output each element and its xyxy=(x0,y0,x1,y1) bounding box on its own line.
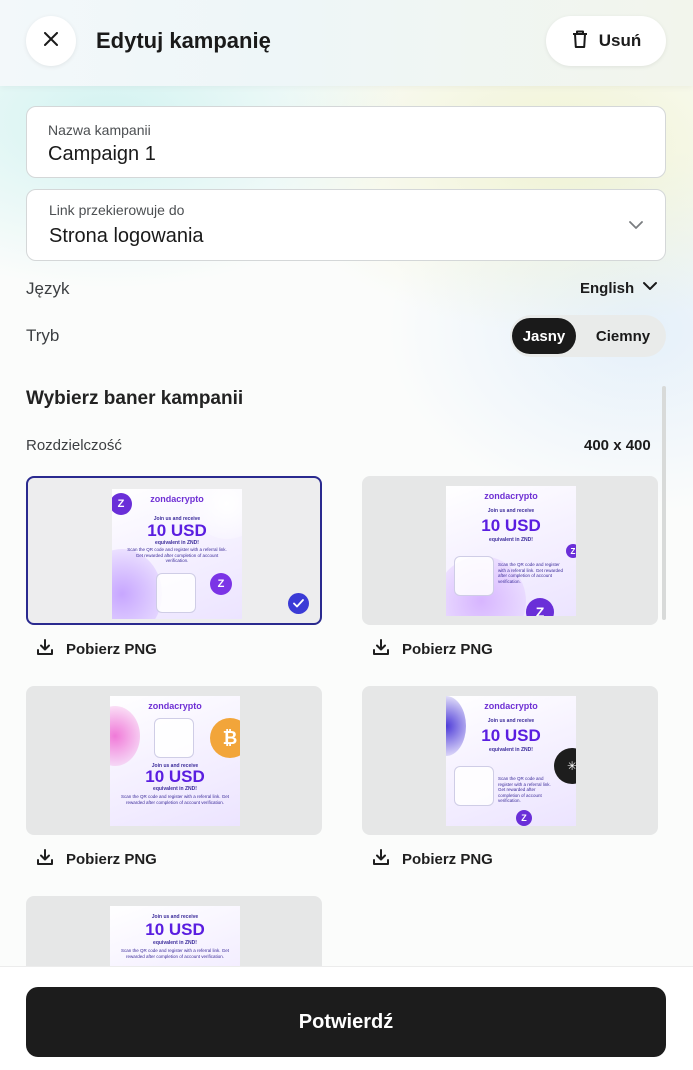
download-icon xyxy=(372,638,390,660)
mode-light-option[interactable]: Jasny xyxy=(512,318,576,354)
banner-amount-text: 10 USD xyxy=(147,521,207,540)
download-icon xyxy=(36,638,54,660)
qr-code-icon xyxy=(454,766,494,806)
banner-thumbnail: zondacrypto ₿ Join us and receive 10 USD… xyxy=(110,696,240,826)
chevron-down-icon xyxy=(627,216,645,239)
qr-code-icon xyxy=(154,718,194,758)
banner-card-5[interactable]: Join us and receive 10 USD equivalent in… xyxy=(26,896,322,970)
banner-amount-text: 10 USD xyxy=(481,516,541,535)
coin-icon: Z xyxy=(210,573,232,595)
download-label: Pobierz PNG xyxy=(402,850,493,868)
banner-join-text: Join us and receive xyxy=(487,718,535,724)
header-bar: Edytuj kampanię Usuń xyxy=(0,0,693,86)
banner-logo-text: zondacrypto xyxy=(484,491,538,501)
delete-button[interactable]: Usuń xyxy=(546,16,666,66)
banner-equiv-text: equivalent in ZND! xyxy=(155,540,199,546)
download-png-button-4[interactable]: Pobierz PNG xyxy=(372,848,493,870)
coin-icon: Z xyxy=(566,544,576,558)
footer-bar: Potwierdź xyxy=(0,966,693,1070)
language-value: English xyxy=(580,279,635,297)
download-label: Pobierz PNG xyxy=(402,640,493,658)
banner-desc-text: Scan the QR code and register with a ref… xyxy=(127,547,227,563)
close-button[interactable] xyxy=(26,16,76,66)
redirect-link-value: Strona logowania xyxy=(49,225,204,247)
banner-equiv-text: equivalent in ZND! xyxy=(489,747,533,753)
banner-desc-text: Scan the QR code and register with a ref… xyxy=(120,948,230,959)
download-icon xyxy=(36,848,54,870)
close-icon xyxy=(44,31,58,51)
coin-icon: ₿ xyxy=(210,718,240,758)
selected-check-icon xyxy=(288,593,309,614)
mode-dark-option[interactable]: Ciemny xyxy=(582,318,664,354)
redirect-link-select[interactable]: Link przekierowuje do Strona logowania xyxy=(26,189,666,261)
campaign-name-field[interactable]: Nazwa kampanii Campaign 1 xyxy=(26,106,666,178)
download-icon xyxy=(372,848,390,870)
coin-icon: Z xyxy=(516,810,532,826)
banner-section-title: Wybierz baner kampanii xyxy=(26,388,244,409)
page-title: Edytuj kampanię xyxy=(96,28,271,53)
banner-logo-text: zondacrypto xyxy=(148,701,202,711)
mode-label: Tryb xyxy=(26,326,60,345)
banner-thumbnail: zondacrypto Join us and receive 10 USD e… xyxy=(446,696,576,826)
confirm-button[interactable]: Potwierdź xyxy=(26,987,666,1057)
banner-list-scrollbar[interactable] xyxy=(662,386,666,620)
download-label: Pobierz PNG xyxy=(66,640,157,658)
banner-logo-text: zondacrypto xyxy=(150,494,204,504)
campaign-name-input[interactable]: Campaign 1 xyxy=(48,143,156,166)
language-label: Język xyxy=(26,279,70,298)
banner-card-1[interactable]: Z zondacrypto Join us and receive 10 USD… xyxy=(26,476,322,625)
qr-code-icon xyxy=(156,573,196,613)
banner-card-2[interactable]: zondacrypto Join us and receive 10 USD e… xyxy=(362,476,658,625)
mode-toggle: Jasny Ciemny xyxy=(510,315,666,357)
trash-icon xyxy=(571,29,589,54)
language-select[interactable]: English xyxy=(580,278,658,298)
qr-code-icon xyxy=(454,556,494,596)
banner-thumbnail: Join us and receive 10 USD equivalent in… xyxy=(110,906,240,970)
coin-icon: Z xyxy=(526,598,554,616)
download-png-button-3[interactable]: Pobierz PNG xyxy=(36,848,157,870)
banner-amount-text: 10 USD xyxy=(145,767,205,786)
banner-desc-text: Scan the QR code and register with a ref… xyxy=(120,794,230,805)
download-png-button-1[interactable]: Pobierz PNG xyxy=(36,638,157,660)
banner-amount-text: 10 USD xyxy=(481,726,541,745)
banner-thumbnail: zondacrypto Join us and receive 10 USD e… xyxy=(446,486,576,616)
resolution-value: 400 x 400 xyxy=(584,437,651,454)
download-label: Pobierz PNG xyxy=(66,850,157,868)
banner-equiv-text: equivalent in ZND! xyxy=(489,537,533,543)
redirect-link-label: Link przekierowuje do xyxy=(49,202,185,218)
banner-card-3[interactable]: zondacrypto ₿ Join us and receive 10 USD… xyxy=(26,686,322,835)
banner-thumbnail: Z zondacrypto Join us and receive 10 USD… xyxy=(112,489,242,619)
banner-join-text: Join us and receive xyxy=(487,508,535,514)
banner-amount-text: 10 USD xyxy=(145,920,205,939)
banner-card-4[interactable]: zondacrypto Join us and receive 10 USD e… xyxy=(362,686,658,835)
banner-equiv-text: equivalent in ZND! xyxy=(153,786,197,792)
resolution-label: Rozdzielczość xyxy=(26,437,122,454)
chevron-down-icon xyxy=(642,278,658,298)
banner-equiv-text: equivalent in ZND! xyxy=(153,940,197,946)
banner-desc-text: Scan the QR code and register with a ref… xyxy=(498,562,564,584)
banner-logo-text: zondacrypto xyxy=(484,701,538,711)
delete-label: Usuń xyxy=(598,31,642,50)
campaign-name-label: Nazwa kampanii xyxy=(48,122,151,138)
download-png-button-2[interactable]: Pobierz PNG xyxy=(372,638,493,660)
banner-desc-text: Scan the QR code and register with a ref… xyxy=(498,776,551,803)
